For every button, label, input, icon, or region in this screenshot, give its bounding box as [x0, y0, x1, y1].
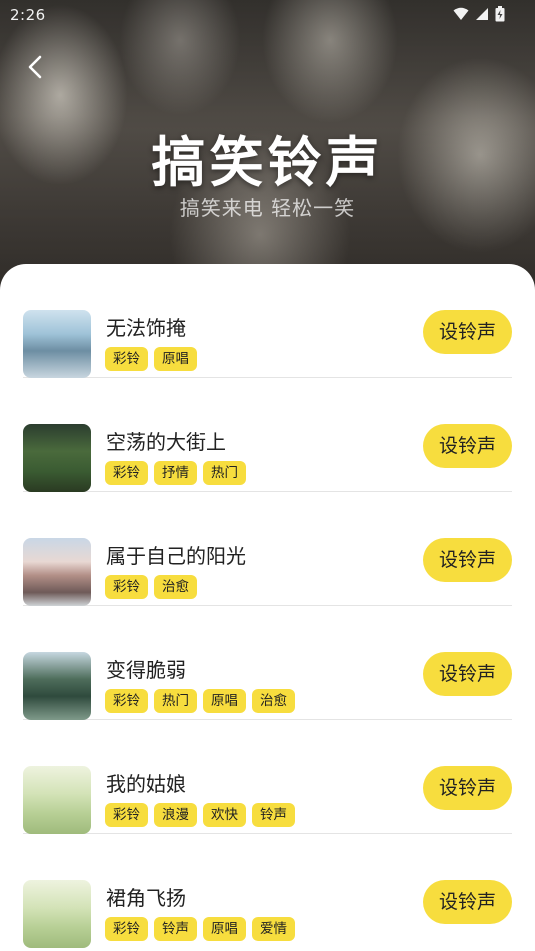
battery-icon [495, 6, 505, 22]
tag: 欢快 [203, 803, 246, 827]
tag: 治愈 [252, 689, 295, 713]
song-title: 变得脆弱 [106, 658, 186, 682]
song-title: 裙角飞扬 [106, 886, 186, 910]
cover-image [23, 424, 91, 492]
status-bar: 2:26 [0, 0, 535, 30]
tag: 彩铃 [105, 917, 148, 941]
tag: 彩铃 [105, 803, 148, 827]
tag-list: 彩铃 浪漫 欢快 铃声 [105, 803, 295, 827]
cover-image [23, 766, 91, 834]
set-ringtone-button[interactable]: 设铃声 [423, 880, 512, 924]
tag: 治愈 [154, 575, 197, 599]
cover-image [23, 880, 91, 948]
page-title: 搞笑铃声 [151, 131, 384, 194]
set-ringtone-button[interactable]: 设铃声 [423, 424, 512, 468]
tag: 彩铃 [105, 575, 148, 599]
tag: 浪漫 [154, 803, 197, 827]
list-item[interactable]: 无法饰掩 彩铃 原唱 设铃声 [23, 264, 512, 378]
tag: 铃声 [252, 803, 295, 827]
tag-list: 彩铃 铃声 原唱 爱情 [105, 917, 295, 941]
signal-icon [476, 8, 488, 20]
status-time: 2:26 [10, 6, 46, 24]
status-icons [453, 6, 505, 22]
cover-image [23, 538, 91, 606]
wifi-icon [453, 7, 469, 20]
chevron-left-icon [28, 55, 42, 79]
set-ringtone-button[interactable]: 设铃声 [423, 766, 512, 810]
tag-list: 彩铃 热门 原唱 治愈 [105, 689, 295, 713]
tag: 彩铃 [105, 347, 148, 371]
song-title: 无法饰掩 [106, 316, 186, 340]
tag: 原唱 [203, 917, 246, 941]
song-title: 空荡的大街上 [106, 430, 226, 454]
tag: 爱情 [252, 917, 295, 941]
tag: 热门 [203, 461, 246, 485]
list-item[interactable]: 裙角飞扬 彩铃 铃声 原唱 爱情 设铃声 [23, 834, 512, 948]
tag: 热门 [154, 689, 197, 713]
cover-image [23, 652, 91, 720]
tag: 彩铃 [105, 689, 148, 713]
song-title: 属于自己的阳光 [106, 544, 246, 568]
tag: 铃声 [154, 917, 197, 941]
tag: 抒情 [154, 461, 197, 485]
tag: 原唱 [203, 689, 246, 713]
set-ringtone-button[interactable]: 设铃声 [423, 310, 512, 354]
list-item[interactable]: 我的姑娘 彩铃 浪漫 欢快 铃声 设铃声 [23, 720, 512, 834]
set-ringtone-button[interactable]: 设铃声 [423, 652, 512, 696]
tag-list: 彩铃 抒情 热门 [105, 461, 246, 485]
list-item[interactable]: 变得脆弱 彩铃 热门 原唱 治愈 设铃声 [23, 606, 512, 720]
cover-image [23, 310, 91, 378]
set-ringtone-button[interactable]: 设铃声 [423, 538, 512, 582]
list-item[interactable]: 属于自己的阳光 彩铃 治愈 设铃声 [23, 492, 512, 606]
tag: 彩铃 [105, 461, 148, 485]
tag-list: 彩铃 治愈 [105, 575, 197, 599]
tag: 原唱 [154, 347, 197, 371]
song-title: 我的姑娘 [106, 772, 186, 796]
ringtone-list: 无法饰掩 彩铃 原唱 设铃声 空荡的大街上 彩铃 抒情 热门 设铃声 属于自己的… [0, 264, 535, 951]
list-item[interactable]: 空荡的大街上 彩铃 抒情 热门 设铃声 [23, 378, 512, 492]
back-button[interactable] [18, 50, 52, 84]
tag-list: 彩铃 原唱 [105, 347, 197, 371]
page-subtitle: 搞笑来电 轻松一笑 [179, 196, 356, 220]
